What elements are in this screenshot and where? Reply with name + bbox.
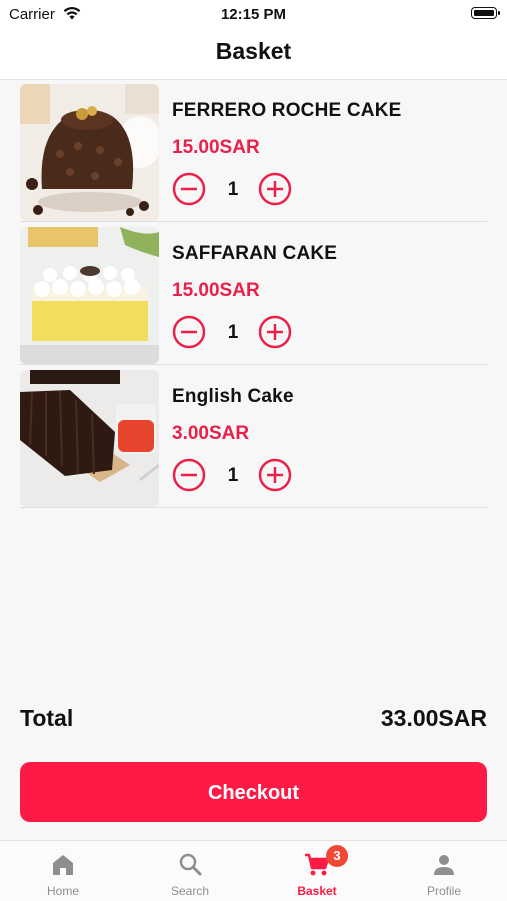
tab-basket-label: Basket — [297, 884, 337, 898]
basket-list: FERRERO ROCHE CAKE 15.00SAR 1 SAFFARAN C… — [20, 84, 487, 513]
cart-count-badge: 3 — [326, 845, 348, 867]
increase-quantity-button[interactable] — [258, 315, 292, 349]
ferrero-cake-image — [20, 84, 159, 221]
page-title: Basket — [215, 38, 292, 64]
decrease-quantity-button[interactable] — [172, 315, 206, 349]
plus-circle-icon — [258, 172, 292, 206]
quantity-stepper: 1 — [172, 315, 302, 349]
basket-item[interactable]: English Cake 3.00SAR 1 — [20, 370, 487, 508]
minus-circle-icon — [172, 458, 206, 492]
item-name: English Cake — [172, 386, 294, 407]
battery-icon — [471, 7, 500, 19]
plus-circle-icon — [258, 315, 292, 349]
minus-circle-icon — [172, 172, 206, 206]
navigation-bar: Basket — [0, 30, 507, 80]
plus-circle-icon — [258, 458, 292, 492]
checkout-button[interactable]: Checkout — [20, 762, 487, 822]
decrease-quantity-button[interactable] — [172, 458, 206, 492]
quantity-stepper: 1 — [172, 172, 302, 206]
quantity-value: 1 — [227, 465, 239, 486]
item-price: 3.00SAR — [172, 423, 250, 444]
tab-search[interactable]: Search — [127, 841, 253, 901]
quantity-value: 1 — [227, 322, 239, 343]
basket-item[interactable]: FERRERO ROCHE CAKE 15.00SAR 1 — [20, 84, 487, 222]
clock: 12:15 PM — [220, 6, 287, 23]
search-icon — [176, 851, 204, 879]
basket-item[interactable]: SAFFARAN CAKE 15.00SAR 1 — [20, 227, 487, 365]
item-price: 15.00SAR — [172, 137, 260, 158]
minus-circle-icon — [172, 315, 206, 349]
english-cake-image — [20, 370, 159, 507]
total-row: Total 33.00SAR — [20, 705, 487, 735]
total-label: Total — [20, 705, 74, 731]
increase-quantity-button[interactable] — [258, 172, 292, 206]
saffaran-cake-image — [20, 227, 159, 364]
tab-search-label: Search — [170, 884, 210, 898]
item-price: 15.00SAR — [172, 280, 260, 301]
quantity-value: 1 — [227, 179, 239, 200]
tab-profile[interactable]: Profile — [381, 841, 507, 901]
decrease-quantity-button[interactable] — [172, 172, 206, 206]
item-name: SAFFARAN CAKE — [172, 243, 338, 264]
tab-bar: Home Search 3 Basket Profile — [0, 840, 507, 901]
increase-quantity-button[interactable] — [258, 458, 292, 492]
total-value: 33.00SAR — [380, 705, 487, 731]
tab-home-label: Home — [46, 884, 79, 898]
tab-profile-label: Profile — [426, 884, 461, 898]
quantity-stepper: 1 — [172, 458, 302, 492]
person-icon — [430, 851, 458, 879]
tab-home[interactable]: Home — [0, 841, 126, 901]
home-icon — [49, 851, 77, 879]
item-name: FERRERO ROCHE CAKE — [172, 100, 402, 121]
tab-basket[interactable]: 3 Basket — [254, 841, 380, 901]
status-bar: Carrier 12:15 PM — [0, 0, 507, 30]
